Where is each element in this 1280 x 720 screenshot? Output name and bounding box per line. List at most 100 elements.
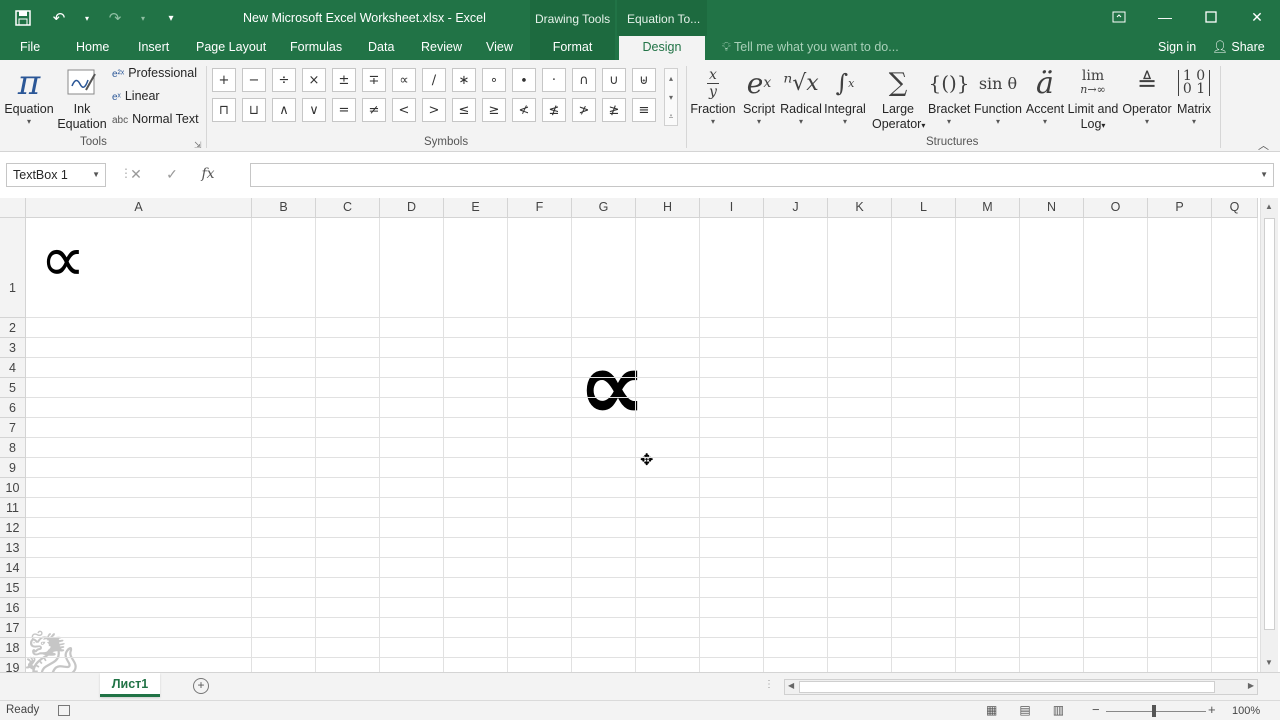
symbol-button[interactable]: ∩ (572, 68, 596, 92)
row-header[interactable]: 8 (0, 438, 26, 458)
zoom-level[interactable]: 100% (1232, 705, 1260, 717)
symbol-button[interactable]: + (212, 68, 236, 92)
symbol-button[interactable]: − (242, 68, 266, 92)
symbol-button[interactable]: ∕ (422, 68, 446, 92)
tab-file[interactable]: File (20, 40, 40, 54)
scroll-thumb[interactable] (799, 681, 1215, 693)
symbol-button[interactable]: ≤ (452, 98, 476, 122)
cancel-icon[interactable]: ✕ (118, 166, 154, 183)
tab-view[interactable]: View (486, 40, 513, 54)
tab-formulas[interactable]: Formulas (290, 40, 342, 54)
more-symbols-icon[interactable]: ⩡ (665, 107, 677, 126)
scroll-right-icon[interactable]: ▶ (1248, 681, 1254, 690)
row-header[interactable]: 2 (0, 318, 26, 338)
zoom-in-icon[interactable]: + (1208, 702, 1216, 717)
page-break-view-icon[interactable]: ▥ (1053, 703, 1064, 717)
symbol-button[interactable]: ∧ (272, 98, 296, 122)
insert-function-icon[interactable]: fx (190, 166, 226, 183)
symbol-button[interactable]: ≠ (362, 98, 386, 122)
macro-recording-icon[interactable] (58, 705, 70, 716)
scroll-thumb[interactable] (1264, 218, 1275, 630)
equation-textbox-small[interactable]: ∝ (40, 228, 86, 292)
column-header[interactable]: N (1020, 198, 1084, 218)
normal-text-button[interactable]: abc Normal Text (112, 112, 199, 126)
integral-button[interactable]: ∫ x Integral ▾ (822, 64, 868, 127)
row-header[interactable]: 18 (0, 638, 26, 658)
symbol-button[interactable]: < (392, 98, 416, 122)
symbol-button[interactable]: ± (332, 68, 356, 92)
enter-check-icon[interactable]: ✓ (154, 166, 190, 183)
tab-insert[interactable]: Insert (138, 40, 169, 54)
symbol-button[interactable]: ∨ (302, 98, 326, 122)
tab-home[interactable]: Home (76, 40, 109, 54)
row-header[interactable]: 15 (0, 578, 26, 598)
tab-review[interactable]: Review (421, 40, 462, 54)
tab-page-layout[interactable]: Page Layout (196, 40, 266, 54)
symbol-button[interactable]: ⊎ (632, 68, 656, 92)
collapse-ribbon-icon[interactable]: ︿ (1258, 137, 1269, 153)
sign-in-link[interactable]: Sign in (1158, 40, 1196, 54)
column-header[interactable]: A (26, 198, 252, 218)
chevron-down-icon[interactable]: ▼ (92, 170, 100, 179)
column-header[interactable]: P (1148, 198, 1212, 218)
matrix-button[interactable]: 1 00 1 Matrix ▾ (1172, 64, 1216, 127)
column-header[interactable]: C (316, 198, 380, 218)
row-header[interactable]: 14 (0, 558, 26, 578)
column-header[interactable]: E (444, 198, 508, 218)
tab-design[interactable]: Design (619, 36, 705, 60)
restore-icon[interactable] (1188, 0, 1234, 34)
symbol-button[interactable]: ≥ (482, 98, 506, 122)
symbol-button[interactable]: ∪ (602, 68, 626, 92)
column-header[interactable]: F (508, 198, 572, 218)
save-icon[interactable] (10, 7, 36, 29)
row-header[interactable]: 19 (0, 658, 26, 672)
page-layout-view-icon[interactable]: ▤ (1019, 703, 1030, 717)
row-header[interactable]: 16 (0, 598, 26, 618)
symbol-button[interactable]: · (542, 68, 566, 92)
name-box[interactable]: TextBox 1 ▼ (6, 163, 106, 187)
bracket-button[interactable]: {()} Bracket ▾ (928, 64, 970, 127)
symbol-button[interactable]: ≯ (572, 98, 596, 122)
column-header[interactable]: G (572, 198, 636, 218)
horizontal-scrollbar[interactable]: ◀ ▶ (784, 679, 1258, 695)
ink-equation-button[interactable]: Ink Equation (56, 64, 108, 132)
row-header[interactable]: 4 (0, 358, 26, 378)
symbol-button[interactable]: × (302, 68, 326, 92)
fraction-button[interactable]: xy Fraction ▾ (690, 64, 736, 127)
customize-qat-icon[interactable]: ▾ (158, 7, 184, 29)
symbol-button[interactable]: > (422, 98, 446, 122)
professional-button[interactable]: e²ˣ Professional (112, 66, 197, 80)
symbols-scroll[interactable]: ▴ ▾ ⩡ (664, 68, 678, 126)
worksheet-grid[interactable]: ∝ ∝ ✥ 🐉︎ ▲ ▼ ABCDEFGHIJKLMNOPQ1234567891… (0, 198, 1280, 672)
scroll-down-icon[interactable]: ▼ (1265, 658, 1273, 667)
select-all-corner[interactable] (0, 198, 26, 218)
ribbon-display-options-icon[interactable] (1096, 0, 1142, 34)
column-header[interactable]: H (636, 198, 700, 218)
symbol-button[interactable]: ∙ (512, 68, 536, 92)
zoom-slider[interactable] (1106, 711, 1206, 712)
column-header[interactable]: L (892, 198, 956, 218)
scroll-left-icon[interactable]: ◀ (788, 681, 794, 690)
symbol-button[interactable]: ∝ (392, 68, 416, 92)
scroll-down-icon[interactable]: ▾ (665, 88, 677, 107)
tools-dialog-launcher-icon[interactable]: ⇲ (194, 140, 202, 151)
symbol-button[interactable]: = (332, 98, 356, 122)
column-header[interactable]: I (700, 198, 764, 218)
row-header[interactable]: 10 (0, 478, 26, 498)
column-header[interactable]: D (380, 198, 444, 218)
redo-dropdown-icon[interactable]: ▾ (138, 7, 148, 29)
row-header[interactable]: 9 (0, 458, 26, 478)
zoom-out-icon[interactable]: − (1092, 702, 1100, 717)
symbol-button[interactable]: ∓ (362, 68, 386, 92)
row-header[interactable]: 3 (0, 338, 26, 358)
row-header[interactable]: 11 (0, 498, 26, 518)
tab-splitter[interactable]: ⋮ (764, 679, 774, 690)
symbol-button[interactable]: ⊔ (242, 98, 266, 122)
row-header[interactable]: 17 (0, 618, 26, 638)
column-header[interactable]: M (956, 198, 1020, 218)
symbol-button[interactable]: ≮ (512, 98, 536, 122)
zoom-slider-thumb[interactable] (1152, 705, 1156, 717)
tab-format[interactable]: Format (530, 36, 615, 60)
row-header[interactable]: 13 (0, 538, 26, 558)
function-button[interactable]: sin θ Function ▾ (972, 64, 1024, 127)
